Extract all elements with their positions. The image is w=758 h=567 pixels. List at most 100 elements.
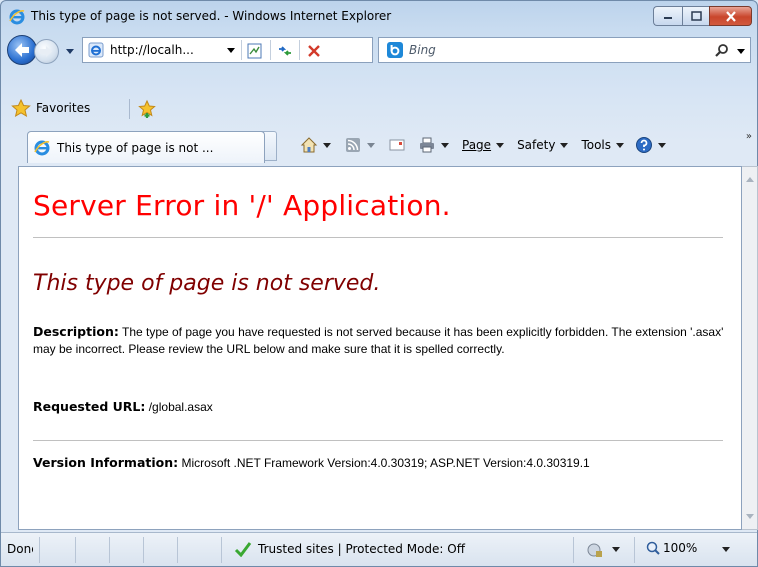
status-cell-divider [573, 537, 574, 563]
feeds-button[interactable] [341, 133, 379, 157]
search-icon[interactable] [714, 43, 730, 59]
vertical-scrollbar[interactable] [742, 166, 758, 530]
version-text: Microsoft .NET Framework Version:4.0.303… [181, 456, 590, 470]
minimize-button[interactable] [653, 6, 682, 26]
status-bar: Done Trusted sites | Protected Mode: Off… [1, 532, 757, 566]
search-box[interactable]: Bing [378, 37, 751, 63]
protected-mode-dropdown-icon[interactable] [611, 546, 621, 554]
version-information: Version Information: Microsoft .NET Fram… [33, 455, 590, 470]
bing-icon [387, 42, 403, 58]
status-cell-divider [177, 537, 178, 563]
zoom-dropdown-icon[interactable] [721, 546, 731, 554]
favorites-star-icon [11, 99, 31, 117]
safety-menu[interactable]: Safety [514, 133, 572, 157]
tab-label: This type of page is not ... [57, 141, 214, 155]
page-menu-label: Page [462, 138, 492, 152]
maximize-icon [690, 11, 702, 21]
rss-feeds-icon [346, 138, 360, 152]
search-placeholder[interactable]: Bing [409, 43, 436, 57]
requested-url-label: Requested URL: [33, 399, 146, 414]
security-zone-label: Trusted sites | Protected Mode: Off [258, 542, 465, 556]
status-cell-divider [39, 537, 40, 563]
status-cell-divider [109, 537, 110, 563]
printer-icon [420, 137, 434, 153]
feeds-dropdown-icon[interactable] [366, 140, 376, 150]
forward-arrow-icon [40, 46, 52, 57]
address-bar[interactable]: http://localh... [82, 37, 373, 63]
requested-url-value: /global.asax [148, 400, 213, 414]
back-button[interactable] [7, 35, 37, 65]
refresh-icon[interactable] [276, 42, 294, 60]
safety-dropdown-icon [560, 143, 569, 148]
description-label: Description: [33, 324, 119, 339]
page-menu[interactable]: Page [459, 133, 508, 157]
navigation-bar: http://localh... Bing [1, 33, 757, 67]
status-cell-divider [221, 537, 222, 563]
home-icon [300, 137, 318, 153]
home-button[interactable] [297, 133, 335, 157]
more-commands-icon[interactable]: » [746, 131, 752, 142]
recent-pages-dropdown-icon[interactable] [63, 44, 77, 58]
status-cell-divider [634, 537, 635, 563]
address-separator [270, 40, 271, 60]
search-options-dropdown-icon[interactable] [735, 45, 747, 57]
tools-menu[interactable]: Tools [578, 133, 628, 157]
address-dropdown-icon[interactable] [224, 44, 238, 56]
add-to-favorites-bar-icon[interactable] [137, 99, 157, 119]
compatibility-view-icon[interactable] [246, 42, 264, 60]
help-button[interactable] [632, 133, 670, 157]
browser-window: This type of page is not served. - Windo… [0, 0, 758, 567]
address-separator [299, 40, 300, 60]
back-arrow-icon [15, 43, 29, 57]
mail-icon [389, 139, 405, 151]
help-icon [636, 137, 653, 153]
zoom-icon [646, 541, 660, 555]
minimize-icon [664, 17, 672, 19]
address-separator [241, 40, 242, 60]
page-icon [88, 42, 104, 58]
scroll-up-arrow-icon[interactable] [745, 175, 755, 183]
ie-page-icon [34, 140, 50, 156]
maximize-button[interactable] [682, 6, 709, 26]
error-description: Description: The type of page you have r… [33, 323, 729, 358]
close-button[interactable] [709, 6, 752, 26]
favorites-label: Favorites [36, 101, 91, 115]
title-bar[interactable]: This type of page is not served. - Windo… [1, 1, 757, 31]
home-dropdown-icon[interactable] [322, 140, 332, 150]
error-heading: Server Error in '/' Application. [33, 189, 451, 222]
help-dropdown-icon[interactable] [657, 140, 667, 150]
read-mail-button[interactable] [385, 133, 409, 157]
forward-button[interactable] [34, 39, 59, 64]
zoom-level[interactable]: 100% [646, 541, 697, 555]
status-cell-divider [143, 537, 144, 563]
close-icon [725, 10, 736, 22]
checkmark-icon [234, 542, 252, 557]
print-button[interactable] [415, 133, 453, 157]
print-dropdown-icon[interactable] [440, 140, 450, 150]
error-subheading: This type of page is not served. [33, 271, 381, 296]
zoom-label: 100% [663, 541, 698, 555]
scroll-down-arrow-icon[interactable] [745, 513, 755, 521]
safety-menu-label: Safety [517, 138, 556, 152]
stop-icon[interactable] [305, 42, 323, 60]
tab-row: This type of page is not ... Page Safety… [1, 125, 757, 163]
protected-mode-icon[interactable] [586, 541, 604, 559]
version-label: Version Information: [33, 455, 179, 470]
page-content: Server Error in '/' Application. This ty… [18, 166, 742, 530]
favorites-bar: Favorites [1, 93, 757, 123]
url-text[interactable]: http://localh... [110, 43, 194, 57]
page-dropdown-icon [496, 143, 505, 148]
security-zone[interactable]: Trusted sites | Protected Mode: Off [234, 541, 465, 557]
window-title: This type of page is not served. - Windo… [31, 9, 392, 23]
tools-menu-label: Tools [581, 138, 612, 152]
description-text: The type of page you have requested is n… [33, 325, 724, 356]
status-text: Done [7, 542, 33, 556]
caption-buttons [653, 6, 752, 26]
heading-divider [33, 237, 723, 238]
ie-logo-icon [9, 9, 25, 25]
favorites-button[interactable]: Favorites [5, 97, 96, 119]
tab-current-page[interactable]: This type of page is not ... [27, 131, 265, 163]
tools-dropdown-icon [616, 143, 625, 148]
requested-url: Requested URL: /global.asax [33, 399, 213, 414]
command-bar: Page Safety Tools [297, 133, 670, 157]
